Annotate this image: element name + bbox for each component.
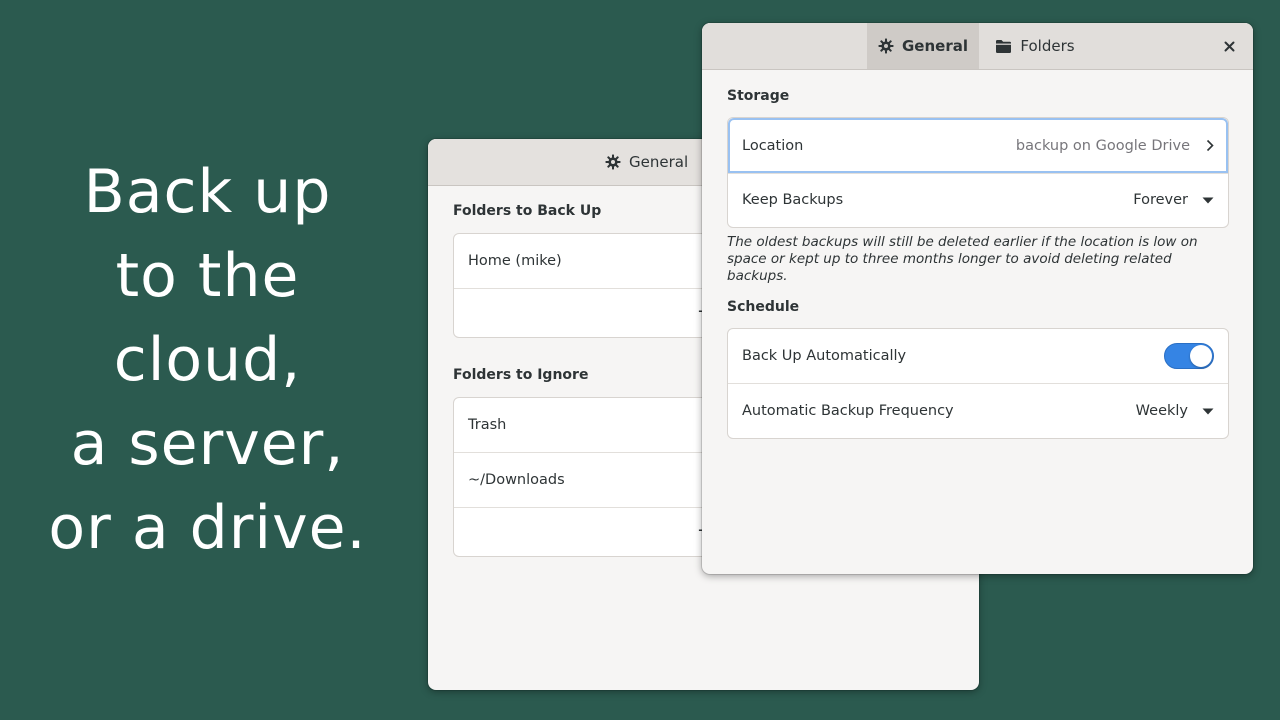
keep-backups-row[interactable]: Keep Backups Forever: [728, 173, 1228, 227]
location-row[interactable]: Location backup on Google Drive: [728, 118, 1228, 173]
chevron-right-icon: [1206, 139, 1214, 152]
keep-backups-label: Keep Backups: [742, 192, 844, 208]
ignore-item-label: ~/Downloads: [468, 472, 565, 488]
preferences-window: General Folders Storage Location backup …: [702, 23, 1253, 574]
gear-icon: [878, 38, 894, 54]
dropdown-arrow-icon: [1202, 408, 1214, 415]
frequency-label: Automatic Backup Frequency: [742, 403, 954, 419]
auto-backup-switch[interactable]: [1164, 343, 1214, 369]
location-label: Location: [742, 137, 804, 154]
frequency-row[interactable]: Automatic Backup Frequency Weekly: [728, 384, 1228, 438]
tab-folders[interactable]: Folders: [979, 23, 1091, 69]
tagline-line-3: cloud,: [113, 325, 302, 395]
back-tab-general-label: General: [629, 153, 689, 171]
dropdown-arrow-icon: [1202, 197, 1214, 204]
tab-folders-label: Folders: [1020, 37, 1075, 55]
headerbar: General Folders: [702, 23, 1253, 70]
auto-backup-row[interactable]: Back Up Automatically: [728, 329, 1228, 383]
tagline-line-1: Back up: [83, 157, 332, 227]
close-icon: [1224, 41, 1235, 52]
storage-note: The oldest backups will still be deleted…: [727, 234, 1198, 284]
gear-icon: [605, 154, 621, 170]
schedule-title: Schedule: [727, 299, 800, 315]
folder-item-label: Home (mike): [468, 253, 562, 269]
tagline-line-5: or a drive.: [48, 493, 367, 563]
location-value: backup on Google Drive: [1015, 137, 1190, 154]
auto-backup-label: Back Up Automatically: [742, 348, 907, 364]
tab-general[interactable]: General: [867, 23, 979, 69]
switch-knob: [1190, 345, 1212, 367]
storage-list: Location backup on Google Drive Keep Bac…: [727, 117, 1229, 228]
folder-icon: [995, 39, 1012, 54]
tagline-line-2: to the: [115, 241, 300, 311]
ignore-item-label: Trash: [468, 417, 507, 433]
tagline-line-4: a server,: [70, 409, 345, 479]
folders-to-ignore-title: Folders to Ignore: [453, 367, 589, 383]
frequency-value: Weekly: [1135, 403, 1188, 419]
tab-general-label: General: [902, 37, 968, 55]
tagline: Back up to the cloud, a server, or a dri…: [20, 150, 395, 570]
storage-title: Storage: [727, 88, 790, 104]
close-button[interactable]: [1219, 36, 1239, 56]
folders-to-back-up-title: Folders to Back Up: [453, 203, 602, 219]
schedule-list: Back Up Automatically Automatic Backup F…: [727, 328, 1229, 439]
keep-backups-value: Forever: [1133, 192, 1188, 208]
